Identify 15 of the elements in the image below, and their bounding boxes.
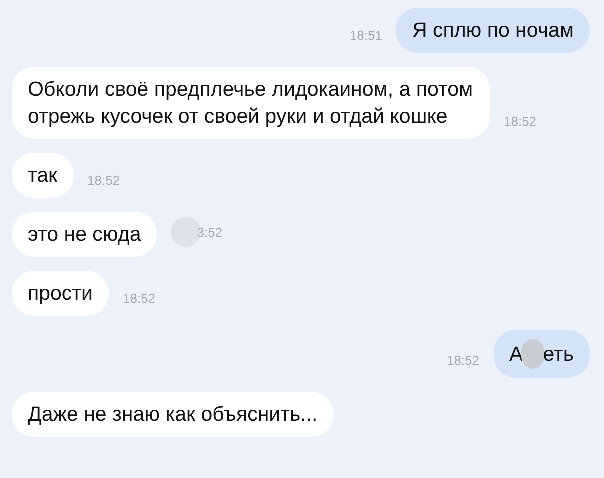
message-time: 18:52 bbox=[88, 173, 120, 188]
message-bubble: прости bbox=[12, 271, 109, 316]
message-time: 18:51 bbox=[350, 28, 382, 43]
message-bubble: Я сплю по ночам bbox=[396, 8, 590, 53]
message-bubble: это не сюда bbox=[12, 212, 158, 257]
message-bubble: Обколи своё предплечье лидокаином, а потом отрежь кусочек от своей руки и отдай кошке bbox=[12, 67, 490, 139]
message-time: 3:52 bbox=[197, 224, 223, 240]
message-bubble: Даже не знаю как объяснить... bbox=[12, 392, 334, 437]
message-time: 18:52 bbox=[123, 291, 156, 306]
blur-mark bbox=[521, 339, 546, 369]
message-text: еть bbox=[543, 342, 574, 368]
message-time: 18:52 bbox=[504, 114, 537, 129]
message-time: 18:52 bbox=[446, 353, 480, 368]
message-text: А bbox=[510, 342, 524, 368]
message-bubble: так bbox=[12, 153, 74, 198]
